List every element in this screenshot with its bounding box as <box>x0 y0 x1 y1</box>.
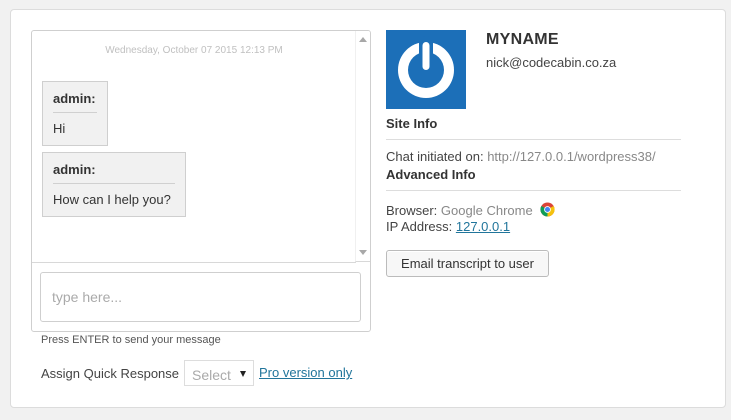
divider <box>386 190 681 191</box>
quick-response-select-value: Select <box>192 367 231 383</box>
visitor-name: MYNAME <box>486 31 559 48</box>
enter-hint: Press ENTER to send your message <box>41 334 221 346</box>
ip-label: IP Address: <box>386 219 453 234</box>
ip-line: IP Address: 127.0.0.1 <box>386 219 510 234</box>
chat-initiated-url: http://127.0.0.1/wordpress38/ <box>487 149 656 164</box>
chat-box: Wednesday, October 07 2015 12:13 PM admi… <box>31 30 371 332</box>
site-info-title: Site Info <box>386 116 438 131</box>
message-sender: admin: <box>53 91 97 113</box>
chat-scrollbar[interactable] <box>355 31 370 262</box>
browser-value: Google Chrome <box>440 203 533 218</box>
ip-address-link[interactable]: 127.0.0.1 <box>456 219 510 234</box>
visitor-email: nick@codecabin.co.za <box>486 55 617 70</box>
power-icon <box>398 36 454 98</box>
chat-message: admin: Hi <box>42 81 108 146</box>
chat-message: admin: How can I help you? <box>42 152 186 217</box>
advanced-info-title: Advanced Info <box>386 167 476 182</box>
dropdown-arrow-icon <box>240 371 246 377</box>
chat-input-wrapper <box>40 272 361 322</box>
chat-initiated-label: Chat initiated on: <box>386 149 484 164</box>
browser-line: Browser: Google Chrome <box>386 202 555 220</box>
chrome-icon <box>540 202 555 220</box>
divider <box>386 139 681 140</box>
quick-response-select[interactable]: Select <box>184 360 254 386</box>
message-sender: admin: <box>53 162 175 184</box>
browser-label: Browser: <box>386 203 438 218</box>
scroll-down-icon[interactable] <box>359 250 367 255</box>
pro-version-link[interactable]: Pro version only <box>259 365 352 380</box>
chat-log: Wednesday, October 07 2015 12:13 PM admi… <box>32 31 356 263</box>
email-transcript-button[interactable]: Email transcript to user <box>386 250 549 277</box>
message-text: How can I help you? <box>53 192 171 207</box>
chat-message-input[interactable] <box>41 273 360 321</box>
scroll-up-icon[interactable] <box>359 37 367 42</box>
message-text: Hi <box>53 121 66 136</box>
chat-initiated-line: Chat initiated on: http://127.0.0.1/word… <box>386 149 656 164</box>
visitor-avatar <box>386 30 466 109</box>
quick-response-label: Assign Quick Response <box>41 366 180 381</box>
chat-timestamp: Wednesday, October 07 2015 12:13 PM <box>105 45 283 56</box>
